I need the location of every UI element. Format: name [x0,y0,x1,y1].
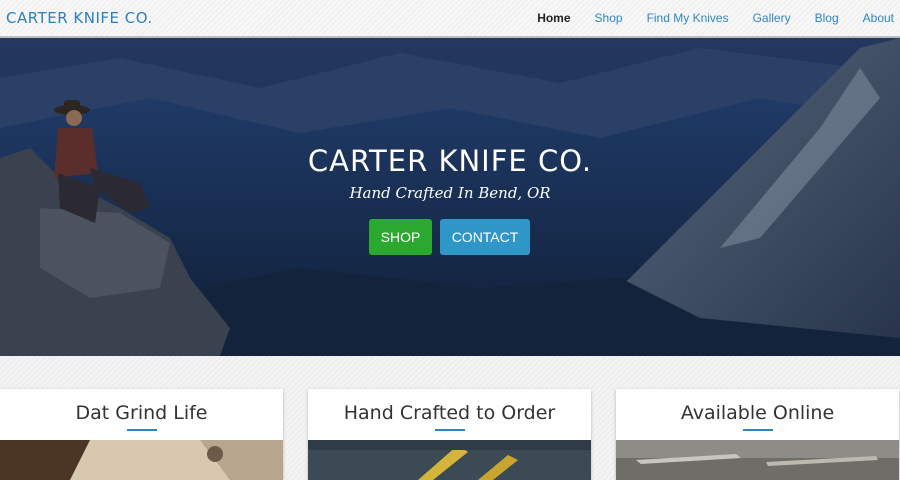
title-underline [126,429,157,431]
nav-item-find-my-knives[interactable]: Find My Knives [647,11,729,25]
nav-item-about[interactable]: About [863,11,894,25]
card-image [308,440,591,480]
feature-card-handcrafted[interactable]: Hand Crafted to Order [308,389,591,480]
card-title: Hand Crafted to Order [343,402,556,424]
card-image [616,440,899,480]
nav-item-shop[interactable]: Shop [595,11,623,25]
main-menu: Home Shop Find My Knives Gallery Blog Ab… [513,11,894,25]
card-title: Available Online [680,402,835,424]
hero-banner: CARTER KNIFE CO. Hand Crafted In Bend, O… [0,38,900,356]
feature-card-online[interactable]: Available Online [616,389,899,480]
hero-subtitle: Hand Crafted In Bend, OR [349,184,551,202]
nav-item-home[interactable]: Home [537,11,570,25]
title-underline [434,429,465,431]
card-title: Dat Grind Life [75,402,208,424]
hero-title: CARTER KNIFE CO. [307,144,593,178]
card-image [0,440,283,480]
contact-button[interactable]: CONTACT [440,219,530,255]
nav-item-blog[interactable]: Blog [815,11,839,25]
title-underline [742,429,773,431]
top-navbar: CARTER KNIFE CO. Home Shop Find My Knive… [0,0,900,38]
shop-button[interactable]: SHOP [369,219,432,255]
nav-item-gallery[interactable]: Gallery [753,11,791,25]
feature-card-grind[interactable]: Dat Grind Life [0,389,283,480]
brand-logo[interactable]: CARTER KNIFE CO. [6,9,153,27]
